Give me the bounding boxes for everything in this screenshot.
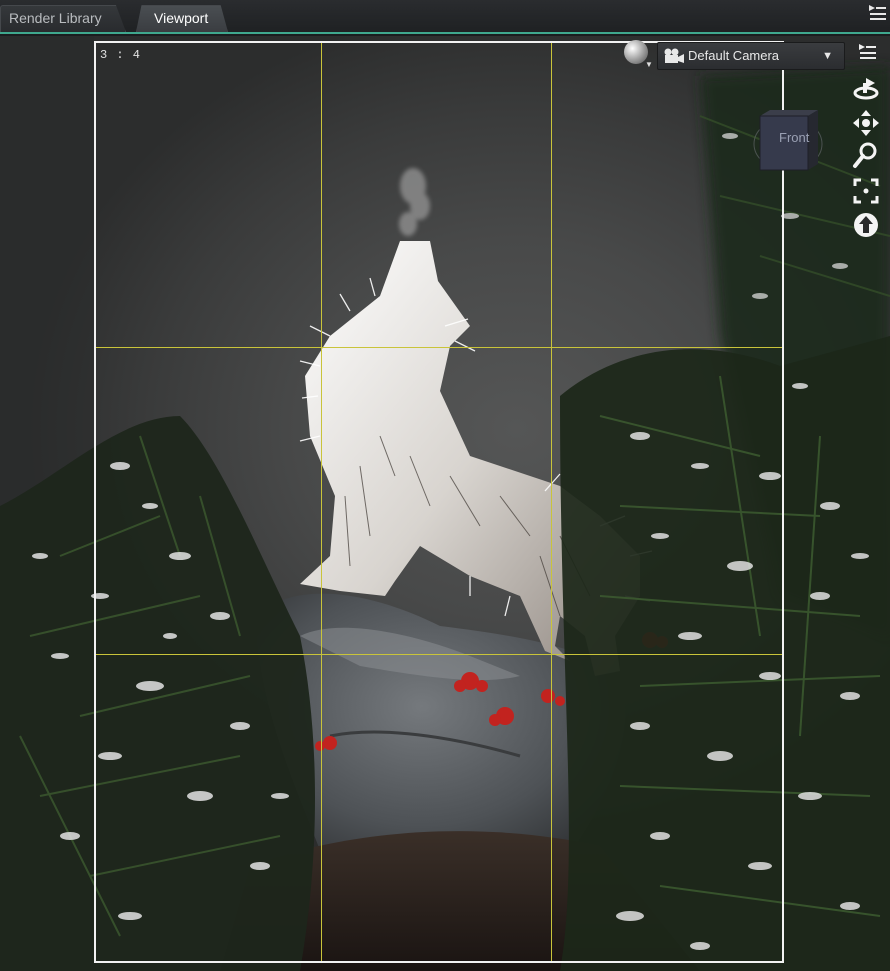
view-cube-face-label: Front bbox=[779, 130, 810, 145]
tab-render-library[interactable]: Render Library bbox=[0, 5, 126, 32]
tab-viewport[interactable]: Viewport bbox=[136, 5, 228, 32]
camera-select[interactable]: Default Camera ▼ bbox=[657, 42, 845, 70]
render-frame bbox=[94, 41, 784, 963]
tab-render-library-label: Render Library bbox=[9, 10, 102, 26]
viewport[interactable]: 3 : 4 ▼ Default Camera ▼ Front bbox=[0, 36, 890, 971]
aspect-ratio-label: 3 : 4 bbox=[100, 48, 142, 62]
camera-icon bbox=[664, 48, 684, 63]
orbit-icon[interactable] bbox=[851, 74, 881, 104]
camera-select-value: Default Camera bbox=[688, 48, 780, 63]
tab-viewport-label: Viewport bbox=[154, 10, 209, 26]
panel-menu-icon[interactable] bbox=[866, 4, 888, 26]
chevron-down-icon: ▼ bbox=[822, 50, 833, 62]
tab-bar: Render Library Viewport bbox=[0, 0, 890, 34]
zoom-icon[interactable] bbox=[851, 140, 881, 170]
pan-icon[interactable] bbox=[851, 108, 881, 138]
frame-icon[interactable] bbox=[851, 176, 881, 206]
viewport-menu-icon[interactable] bbox=[855, 43, 879, 65]
up-arrow-icon[interactable] bbox=[851, 210, 881, 240]
draw-style-caret-icon[interactable]: ▼ bbox=[645, 60, 653, 69]
